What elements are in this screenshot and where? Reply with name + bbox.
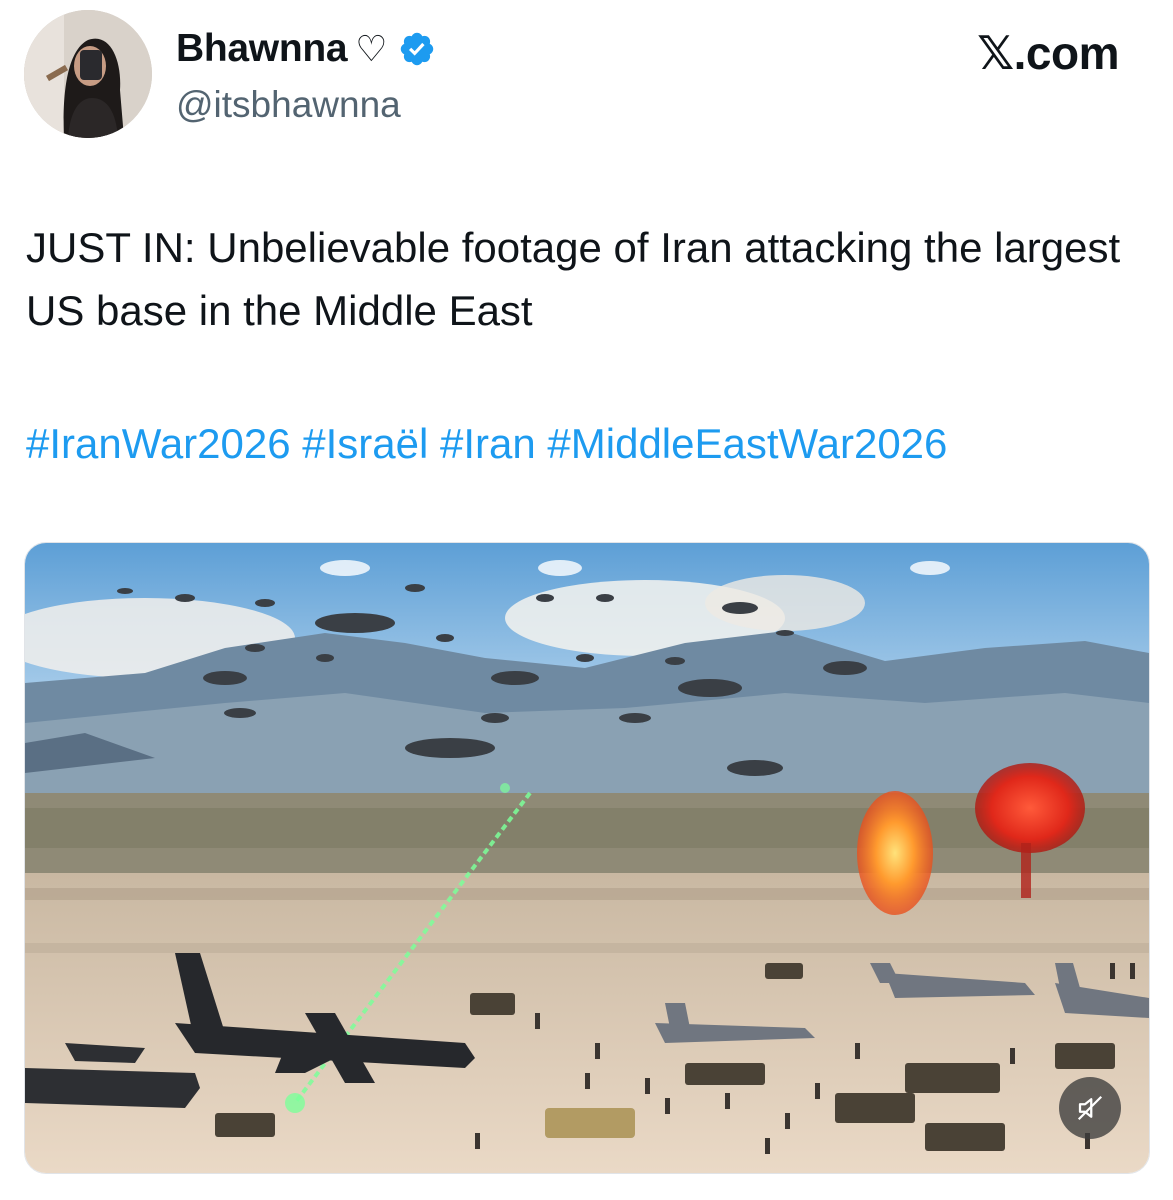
x-brand-logo: 𝕏.com	[977, 27, 1119, 79]
author-display-name[interactable]: Bhawnna	[176, 27, 348, 71]
hashtag-link[interactable]: #Israël	[302, 420, 428, 467]
speaker-muted-icon	[1077, 1095, 1103, 1121]
tweet-text: JUST IN: Unbelievable footage of Iran at…	[26, 224, 1121, 334]
mute-toggle-button[interactable]	[1059, 1077, 1121, 1139]
author-handle[interactable]: @itsbhawnna	[176, 84, 401, 126]
avatar-image	[24, 10, 152, 138]
author-name-row[interactable]: Bhawnna ♡	[176, 26, 436, 72]
hashtag-list: #IranWar2026 #Israël #Iran #MiddleEastWa…	[26, 412, 1166, 475]
hashtag-link[interactable]: #IranWar2026	[26, 420, 291, 467]
avatar[interactable]	[24, 10, 152, 138]
video-player[interactable]	[24, 542, 1150, 1174]
hashtag-link[interactable]: #MiddleEastWar2026	[547, 420, 947, 467]
video-frame	[25, 543, 1149, 1173]
heart-emoji: ♡	[355, 28, 388, 69]
hashtag-link[interactable]: #Iran	[440, 420, 536, 467]
verified-badge-icon	[400, 32, 433, 66]
